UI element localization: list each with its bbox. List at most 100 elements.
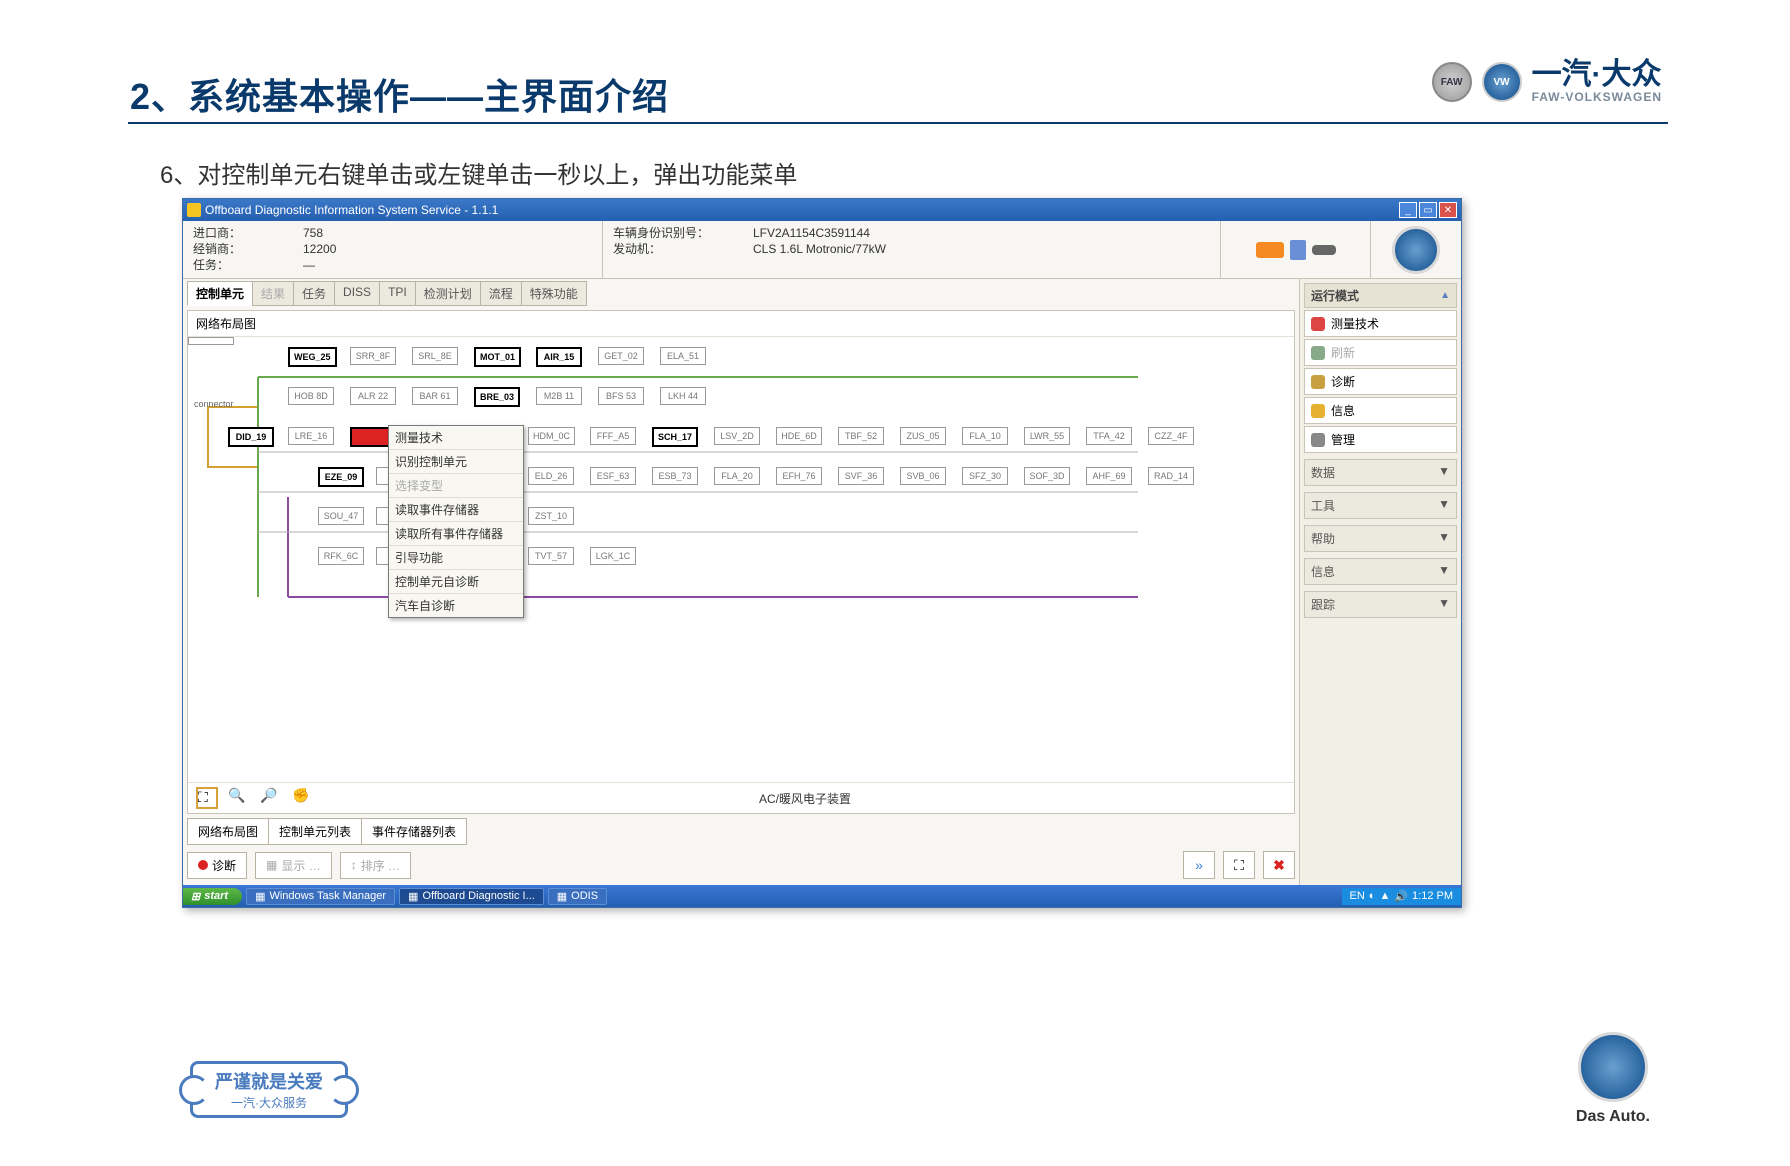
ecu-node[interactable]: GET_02 bbox=[598, 347, 644, 365]
ecu-node[interactable]: RFK_6C bbox=[318, 547, 364, 565]
ecu-node[interactable]: LSV_2D bbox=[714, 427, 760, 445]
taskbar-item[interactable]: ▦Offboard Diagnostic I... bbox=[399, 888, 544, 905]
server-icon[interactable] bbox=[1290, 240, 1306, 260]
diag-button[interactable]: 诊断 bbox=[187, 852, 247, 879]
ctx-item[interactable]: 读取事件存储器 bbox=[389, 498, 523, 522]
tray-icon[interactable]: 🔊 bbox=[1394, 890, 1408, 903]
titlebar[interactable]: Offboard Diagnostic Information System S… bbox=[183, 199, 1461, 221]
next-button[interactable]: » bbox=[1183, 851, 1215, 879]
minimize-button[interactable]: _ bbox=[1399, 202, 1417, 218]
bottom-tab[interactable]: 事件存储器列表 bbox=[361, 818, 467, 845]
ecu-node[interactable]: SOF_3D bbox=[1024, 467, 1070, 485]
ecu-node[interactable]: SVF_36 bbox=[838, 467, 884, 485]
ecu-node[interactable]: M2B 11 bbox=[536, 387, 582, 405]
ecu-node[interactable]: ZST_10 bbox=[528, 507, 574, 525]
cancel-button[interactable]: ✖ bbox=[1263, 851, 1295, 879]
ecu-node[interactable]: EZE_09 bbox=[318, 467, 364, 487]
taskbar-item[interactable]: ▦Windows Task Manager bbox=[246, 888, 395, 905]
tab-任务[interactable]: 任务 bbox=[293, 281, 335, 306]
ecu-node[interactable]: AIR_15 bbox=[536, 347, 582, 367]
side-group-数据[interactable]: 数据▼ bbox=[1304, 459, 1457, 486]
ecu-node[interactable]: FLA_20 bbox=[714, 467, 760, 485]
sort-button[interactable]: ↕排序 … bbox=[340, 852, 411, 879]
tab-TPI[interactable]: TPI bbox=[379, 281, 416, 306]
ctx-item[interactable]: 读取所有事件存储器 bbox=[389, 522, 523, 546]
side-btn-管理[interactable]: 管理 bbox=[1304, 426, 1457, 453]
ecu-node[interactable]: CZZ_4F bbox=[1148, 427, 1194, 445]
ecu-node[interactable]: SCH_17 bbox=[652, 427, 698, 447]
side-group-信息[interactable]: 信息▼ bbox=[1304, 558, 1457, 585]
ecu-node[interactable]: LGK_1C bbox=[590, 547, 636, 565]
ecu-node[interactable]: HDE_6D bbox=[776, 427, 822, 445]
tab-DISS[interactable]: DISS bbox=[334, 281, 380, 306]
ecu-node[interactable]: ELD_26 bbox=[528, 467, 574, 485]
ecu-node[interactable]: WEG_25 bbox=[288, 347, 337, 367]
ecu-node[interactable]: DID_19 bbox=[228, 427, 274, 447]
side-btn-信息[interactable]: 信息 bbox=[1304, 397, 1457, 424]
ecu-node[interactable]: MOT_01 bbox=[474, 347, 521, 367]
ctx-item[interactable]: 测量技术 bbox=[389, 426, 523, 450]
zoom-in-icon[interactable]: 🔍 bbox=[228, 787, 250, 809]
ecu-node[interactable]: EFH_76 bbox=[776, 467, 822, 485]
show-button[interactable]: ▦显示 … bbox=[255, 852, 332, 879]
ecu-node[interactable]: SRR_8F bbox=[350, 347, 396, 365]
ecu-node[interactable]: FLA_10 bbox=[962, 427, 1008, 445]
tab-结果[interactable]: 结果 bbox=[252, 281, 294, 306]
bottom-tab[interactable]: 控制单元列表 bbox=[268, 818, 362, 845]
key-icon[interactable] bbox=[1312, 245, 1336, 255]
ecu-node[interactable]: TFA_42 bbox=[1086, 427, 1132, 445]
side-group-mode[interactable]: 运行模式▲ bbox=[1304, 283, 1457, 308]
ecu-node[interactable]: SFZ_30 bbox=[962, 467, 1008, 485]
ctx-item[interactable]: 识别控制单元 bbox=[389, 450, 523, 474]
tray-icon[interactable]: ◐ bbox=[1369, 890, 1376, 902]
start-button[interactable]: ⊞start bbox=[183, 888, 242, 905]
ecu-node[interactable]: ESB_73 bbox=[652, 467, 698, 485]
ecu-node[interactable] bbox=[188, 337, 234, 345]
close-button[interactable]: ✕ bbox=[1439, 202, 1457, 218]
ecu-node[interactable]: ALR 22 bbox=[350, 387, 396, 405]
ecu-node[interactable]: ELA_51 bbox=[660, 347, 706, 365]
ecu-node[interactable]: HDM_0C bbox=[528, 427, 575, 445]
bottom-tab[interactable]: 网络布局图 bbox=[187, 818, 269, 845]
ctx-item[interactable]: 汽车自诊断 bbox=[389, 594, 523, 617]
grab-icon[interactable]: ✊ bbox=[292, 787, 314, 809]
ecu-node[interactable]: LRE_16 bbox=[288, 427, 334, 445]
side-btn-测量技术[interactable]: 测量技术 bbox=[1304, 310, 1457, 337]
tab-检测计划[interactable]: 检测计划 bbox=[415, 281, 481, 306]
ecu-node[interactable]: SRL_8E bbox=[412, 347, 458, 365]
car-icon[interactable] bbox=[1256, 242, 1284, 258]
ecu-node[interactable]: BAR 61 bbox=[412, 387, 458, 405]
ecu-node[interactable]: LKH 44 bbox=[660, 387, 706, 405]
ecu-node[interactable]: SVB_06 bbox=[900, 467, 946, 485]
network-diagram[interactable]: connector 测量技术识别控制单元选择变型读取事件存储器读取所有事件存储器… bbox=[188, 337, 1294, 782]
zoom-fit-icon[interactable]: ⛶ bbox=[196, 787, 218, 809]
ecu-node[interactable]: ESF_63 bbox=[590, 467, 636, 485]
side-group-工具[interactable]: 工具▼ bbox=[1304, 492, 1457, 519]
ecu-node[interactable]: FFF_A5 bbox=[590, 427, 636, 445]
ecu-node[interactable]: SOU_47 bbox=[318, 507, 364, 525]
ctx-item[interactable]: 引导功能 bbox=[389, 546, 523, 570]
side-group-跟踪[interactable]: 跟踪▼ bbox=[1304, 591, 1457, 618]
tab-特殊功能[interactable]: 特殊功能 bbox=[521, 281, 587, 306]
tab-流程[interactable]: 流程 bbox=[480, 281, 522, 306]
ecu-node[interactable]: ZUS_05 bbox=[900, 427, 946, 445]
maximize-button[interactable]: ▭ bbox=[1419, 202, 1437, 218]
taskbar-item[interactable]: ▦ODIS bbox=[548, 888, 607, 905]
clock[interactable]: 1:12 PM bbox=[1412, 890, 1453, 902]
tab-控制单元[interactable]: 控制单元 bbox=[187, 281, 253, 306]
side-group-帮助[interactable]: 帮助▼ bbox=[1304, 525, 1457, 552]
lang-indicator[interactable]: EN bbox=[1350, 890, 1365, 902]
ecu-node[interactable]: BFS 53 bbox=[598, 387, 644, 405]
zoom-out-icon[interactable]: 🔎 bbox=[260, 787, 282, 809]
side-btn-诊断[interactable]: 诊断 bbox=[1304, 368, 1457, 395]
tray-icon[interactable]: ▲ bbox=[1379, 890, 1390, 902]
ecu-node[interactable]: TBF_52 bbox=[838, 427, 884, 445]
system-tray[interactable]: EN ◐ ▲ 🔊 1:12 PM bbox=[1342, 888, 1462, 905]
ecu-node[interactable]: HOB 8D bbox=[288, 387, 334, 405]
expand-button[interactable]: ⛶ bbox=[1223, 851, 1255, 879]
ecu-node[interactable]: LWR_55 bbox=[1024, 427, 1070, 445]
ctx-item[interactable]: 控制单元自诊断 bbox=[389, 570, 523, 594]
ecu-node[interactable]: BRE_03 bbox=[474, 387, 520, 407]
ecu-node[interactable]: AHF_69 bbox=[1086, 467, 1132, 485]
ecu-node[interactable]: TVT_57 bbox=[528, 547, 574, 565]
